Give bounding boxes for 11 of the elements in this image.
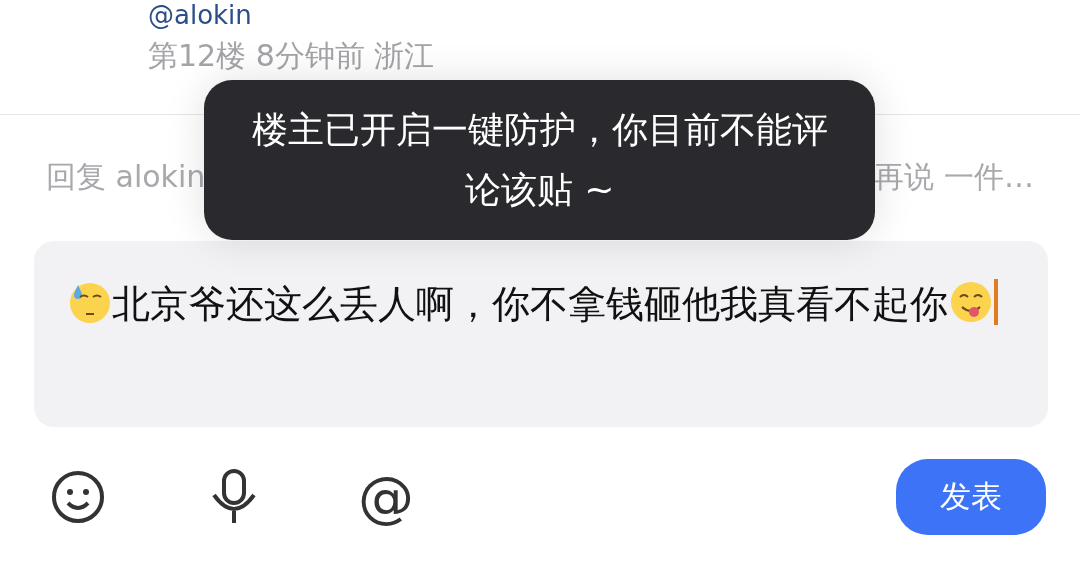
post-button[interactable]: 发表 <box>896 459 1046 535</box>
post-meta: 第12楼 8分钟前 浙江 <box>148 37 436 75</box>
toast-message: 楼主已开启一键防护，你目前不能评论该贴 ~ <box>204 80 875 240</box>
reply-hint: 回复 alokin <box>46 158 206 196</box>
author-handle[interactable]: @alokin <box>148 0 1080 30</box>
reply-hint: 再说 一件… <box>874 158 1034 196</box>
mention-icon[interactable]: @ <box>358 467 414 527</box>
tongue-emoji-icon <box>948 279 994 325</box>
text-cursor <box>994 279 998 325</box>
comment-input-field[interactable]: 北京爷还这么丢人啊，你不拿钱砸他我真看不起你 <box>34 241 1048 427</box>
emoji-icon[interactable] <box>50 469 106 525</box>
